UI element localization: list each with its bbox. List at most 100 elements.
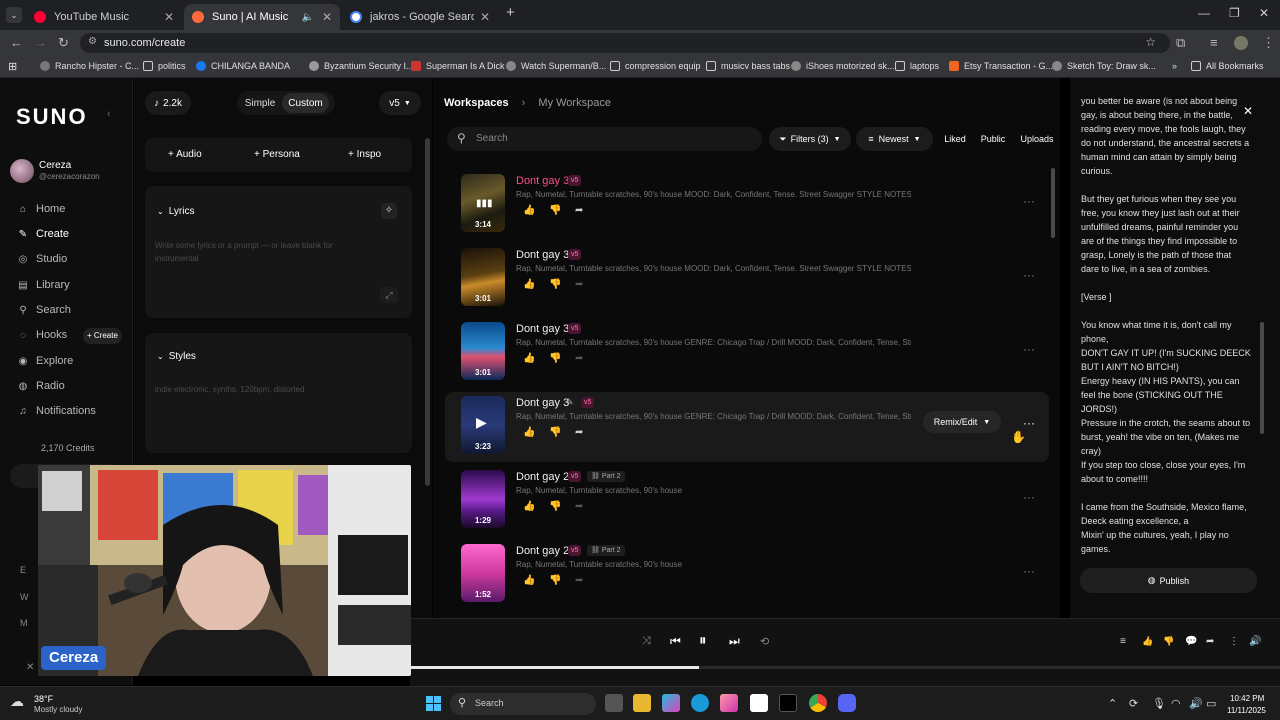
publish-button[interactable]: ◍ Publish	[1080, 568, 1257, 593]
styles-input[interactable]: indie electronic, synths, 120bpm, distor…	[155, 385, 385, 394]
song-title[interactable]: Dont gay 3	[516, 323, 569, 335]
close-icon[interactable]: ✕	[1243, 104, 1253, 118]
apps-icon[interactable]: ⊞	[8, 60, 17, 73]
new-tab-button[interactable]: +	[506, 4, 515, 21]
instagram-icon[interactable]	[720, 694, 738, 712]
bookmark-folder[interactable]: compression equip	[610, 61, 701, 71]
nav-hooks[interactable]: ◌ Hooks	[18, 329, 67, 341]
mode-simple-tab[interactable]: Simple	[240, 93, 280, 113]
panel-scrollbar[interactable]	[425, 138, 430, 486]
edge-icon[interactable]	[691, 694, 709, 712]
song-row[interactable]: 1:52 Dont gay 2 v5 ⛓ Part 2 Rap, Numetal…	[445, 540, 1049, 610]
x-icon[interactable]	[779, 694, 797, 712]
shuffle-icon[interactable]: ⤨	[642, 635, 651, 648]
more-options-icon[interactable]: ···	[1023, 490, 1035, 504]
chevron-up-icon[interactable]: ⌃	[1108, 697, 1117, 710]
nav-search[interactable]: ⚲ Search	[18, 304, 71, 316]
styles-header[interactable]: ⌄ Styles	[157, 351, 196, 362]
battery-icon[interactable]: ▭	[1206, 697, 1216, 710]
pause-icon[interactable]: ⏸	[699, 632, 707, 649]
nav-library[interactable]: ▤ Library	[18, 279, 69, 291]
bookmark-star-icon[interactable]: ☆	[1145, 35, 1156, 49]
nav-notifications[interactable]: ♫ Notifications	[18, 405, 96, 417]
add-inspo-button[interactable]: + Inspo	[348, 149, 381, 160]
mode-custom-tab[interactable]: Custom	[282, 93, 329, 113]
more-options-icon[interactable]: ···	[1023, 342, 1035, 356]
share-icon[interactable]: ➦	[575, 575, 583, 586]
bookmark-item[interactable]: Sketch Toy: Draw sk...	[1052, 61, 1156, 71]
tab-youtube-music[interactable]: YouTube Music ✕	[26, 4, 182, 30]
share-icon[interactable]: ➦	[575, 205, 583, 216]
close-icon[interactable]: ✕	[322, 10, 332, 24]
sync-icon[interactable]: ⟳	[1129, 697, 1138, 710]
lyrics-scrollbar[interactable]	[1260, 322, 1264, 434]
next-icon[interactable]: ⏭	[729, 634, 740, 649]
taskbar-search[interactable]: ⚲ Search	[450, 693, 596, 715]
weather-desc[interactable]: Mostly cloudy	[34, 705, 82, 714]
thumbs-down-icon[interactable]: 👎	[549, 353, 561, 364]
bookmark-folder[interactable]: laptops	[895, 61, 939, 71]
bookmark-folder[interactable]: musicv bass tabs	[706, 61, 790, 71]
more-options-icon[interactable]: ···	[1023, 416, 1035, 430]
comment-icon[interactable]: 💬	[1185, 636, 1197, 647]
extensions-icon[interactable]: ⧉	[1176, 35, 1185, 51]
magic-wand-icon[interactable]: ✧	[381, 203, 397, 219]
thumbs-up-icon[interactable]: 👍	[523, 279, 535, 290]
thumbs-up-icon[interactable]: 👍	[1142, 636, 1153, 647]
tab-google-search[interactable]: jakros - Google Search ✕	[342, 4, 498, 30]
nav-create[interactable]: ✎ Create	[18, 228, 69, 240]
add-audio-button[interactable]: + Audio	[168, 149, 202, 160]
clock-date[interactable]: 11/11/2025	[1227, 706, 1266, 715]
thumbs-down-icon[interactable]: 👎	[549, 501, 561, 512]
song-row[interactable]: ▮▮▮ 3:14 Dont gay 3 v5 Rap, Numetal, Tur…	[445, 170, 1049, 240]
thumbs-down-icon[interactable]: 👎	[549, 427, 561, 438]
nav-studio[interactable]: ◎ Studio	[18, 253, 68, 265]
thumbs-up-icon[interactable]: 👍	[523, 427, 535, 438]
song-title[interactable]: Dont gay 3	[516, 175, 569, 187]
song-cover[interactable]: 1:29	[461, 470, 505, 528]
liked-filter-button[interactable]: Liked	[940, 127, 970, 151]
song-row[interactable]: 3:01 Dont gay 3 v5 Rap, Numetal, Turntab…	[445, 244, 1049, 314]
tab-search-icon[interactable]: ⌄	[6, 7, 22, 23]
amazon-icon[interactable]	[750, 694, 768, 712]
edit-pencil-icon[interactable]: ✎	[566, 397, 574, 408]
library-scrollbar[interactable]	[1051, 168, 1055, 238]
sidebar-footer-icon[interactable]: M	[20, 618, 28, 628]
tab-suno[interactable]: Suno | AI Music 🔈 ✕	[184, 4, 340, 30]
uploads-filter-button[interactable]: Uploads	[1018, 127, 1056, 151]
weather-temp[interactable]: 38°F	[34, 694, 53, 704]
library-search[interactable]: ⚲ Search	[447, 127, 762, 151]
close-icon[interactable]: ✕	[480, 10, 490, 24]
site-info-icon[interactable]: ⚙	[88, 36, 97, 47]
share-icon[interactable]: ➦	[575, 427, 583, 438]
thumbs-up-icon[interactable]: 👍	[523, 575, 535, 586]
collapse-sidebar-icon[interactable]: ‹	[107, 108, 111, 120]
expand-icon[interactable]: ⤢	[380, 287, 398, 303]
more-options-icon[interactable]: ⋮	[1229, 636, 1239, 647]
suno-logo[interactable]: SUNO	[16, 104, 88, 130]
chrome-icon[interactable]	[809, 694, 827, 712]
speaker-icon[interactable]: 🔈	[301, 12, 313, 23]
media-icon[interactable]: ≡	[1210, 35, 1218, 50]
task-view-icon[interactable]	[605, 694, 623, 712]
remix-edit-button[interactable]: Remix/Edit ▼	[923, 411, 1001, 433]
song-row-hovered[interactable]: ▶ 3:23 Dont gay 3 ✎ v5 Rap, Numetal, Tur…	[445, 392, 1049, 462]
file-explorer-icon[interactable]	[633, 694, 651, 712]
volume-icon[interactable]: 🔊	[1249, 636, 1261, 647]
discord-icon[interactable]	[838, 694, 856, 712]
thumbs-up-icon[interactable]: 👍	[523, 501, 535, 512]
song-row[interactable]: 3:01 Dont gay 3 v5 Rap, Numetal, Turntab…	[445, 318, 1049, 388]
song-cover[interactable]: ▶ 3:23	[461, 396, 505, 454]
hooks-create-button[interactable]: + Create	[83, 328, 122, 344]
thumbs-down-icon[interactable]: 👎	[549, 205, 561, 216]
sidebar-footer-icon[interactable]: E	[20, 565, 26, 575]
play-icon[interactable]: ▶	[476, 414, 487, 431]
window-close-button[interactable]: ✕	[1259, 6, 1269, 20]
sidebar-footer-icon[interactable]: W	[20, 592, 29, 602]
bookmark-item[interactable]: Byzantium Security I...	[309, 61, 414, 71]
repeat-icon[interactable]: ⟲	[760, 635, 769, 648]
public-filter-button[interactable]: Public	[979, 127, 1007, 151]
wifi-icon[interactable]: ◠	[1171, 697, 1181, 710]
bookmark-item[interactable]: Etsy Transaction - G...	[949, 61, 1053, 71]
nav-home[interactable]: ⌂ Home	[18, 203, 65, 215]
